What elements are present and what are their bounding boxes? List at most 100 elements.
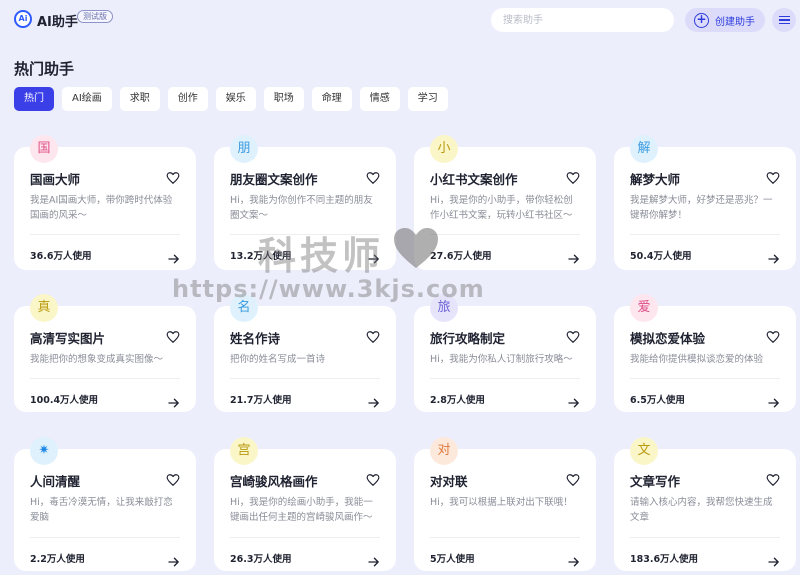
create-assistant-label: 创建助手 xyxy=(715,16,755,28)
arrow-right-icon[interactable] xyxy=(568,552,580,567)
heart-outline-icon[interactable] xyxy=(766,170,780,184)
search-input[interactable] xyxy=(491,8,674,32)
card-badge-icon: ✷ xyxy=(30,437,58,465)
assistant-card[interactable]: 爱模拟恋爱体验 我能给你提供模拟谈恋爱的体验 6.5万人使用 xyxy=(614,294,796,412)
heart-outline-icon[interactable] xyxy=(766,329,780,343)
card-divider xyxy=(230,234,380,235)
assistant-card[interactable]: 小小红书文案创作 Hi，我是你的小助手，带你轻松创作小红书文案，玩转小红书社区～ 2… xyxy=(414,135,596,270)
card-description: 我能给你提供模拟谈恋爱的体验 xyxy=(630,354,764,365)
card-divider xyxy=(430,537,580,538)
tab-job-hunting[interactable]: 求职 xyxy=(119,87,160,111)
heart-outline-icon[interactable] xyxy=(566,329,580,343)
tab-fortune[interactable]: 命理 xyxy=(311,87,352,111)
arrow-right-icon[interactable] xyxy=(168,393,180,408)
assistant-card[interactable]: ✷ 人间清醒 Hi，毒舌冷漠无情，让我来敲打恋爱脑 2.2万人使用 xyxy=(14,437,196,571)
assistant-card[interactable]: 对对对联 Hi，我可以根据上联对出下联哦！ 5万人使用 xyxy=(414,437,596,571)
card-usage-count: 13.2万人使用 xyxy=(230,251,292,262)
arrow-right-icon[interactable] xyxy=(768,552,780,567)
heart-outline-icon[interactable] xyxy=(766,472,780,486)
card-description: 我能把你的想象变成真实图像～ xyxy=(30,354,164,365)
assistant-card[interactable]: 旅旅行攻略制定 Hi，我能为你私人订制旅行攻略～ 2.8万人使用 xyxy=(414,294,596,412)
assistant-card[interactable]: 名姓名作诗 把你的姓名写成一首诗 21.7万人使用 xyxy=(214,294,396,412)
heart-outline-icon[interactable] xyxy=(366,170,380,184)
assistant-card[interactable]: 朋朋友圈文案创作 Hi，我能为你创作不同主题的朋友圈文案～ 13.2万人使用 xyxy=(214,135,396,270)
create-assistant-button[interactable]: + 创建助手 xyxy=(685,8,765,32)
card-description: 我是AI国画大师，带你跨时代体验国画的风采～ xyxy=(30,195,173,221)
tab-hot[interactable]: 热门 xyxy=(14,87,54,111)
heart-outline-icon[interactable] xyxy=(166,472,180,486)
assistant-card[interactable]: 真高清写实图片 我能把你的想象变成真实图像～ 100.4万人使用 xyxy=(14,294,196,412)
card-badge-icon: 朋 xyxy=(230,135,258,163)
tab-workplace[interactable]: 职场 xyxy=(263,87,304,111)
card-divider xyxy=(230,378,380,379)
hamburger-menu-icon xyxy=(778,15,790,18)
card-title: 对对联 xyxy=(430,474,468,489)
top-bar: Ai AI助手 测试版 + 创建助手 xyxy=(0,0,800,40)
plus-circle-icon: + xyxy=(694,12,709,28)
card-usage-count: 26.3万人使用 xyxy=(230,554,292,565)
card-title: 旅行攻略制定 xyxy=(430,331,506,346)
heart-outline-icon[interactable] xyxy=(166,329,180,343)
card-badge-icon: 真 xyxy=(30,294,58,322)
card-usage-count: 5万人使用 xyxy=(430,554,475,565)
arrow-right-icon[interactable] xyxy=(768,249,780,264)
tab-study[interactable]: 学习 xyxy=(407,87,448,111)
card-description: Hi，我是你的绘画小助手，我能一键画出任何主题的宫崎骏风画作～ xyxy=(230,497,373,523)
arrow-right-icon[interactable] xyxy=(768,393,780,408)
card-badge-icon: 名 xyxy=(230,294,258,322)
assistant-card[interactable]: 国国画大师 我是AI国画大师，带你跨时代体验国画的风采～ 36.6万人使用 xyxy=(14,135,196,270)
card-description: Hi，我是你的小助手，带你轻松创作小红书文案，玩转小红书社区～ xyxy=(430,195,573,221)
card-usage-count: 50.4万人使用 xyxy=(630,251,692,262)
arrow-right-icon[interactable] xyxy=(168,249,180,264)
card-divider xyxy=(630,234,780,235)
card-description: Hi，我可以根据上联对出下联哦！ xyxy=(430,497,573,508)
card-title: 小红书文案创作 xyxy=(430,172,518,187)
card-usage-count: 183.6万人使用 xyxy=(630,554,699,565)
card-badge-icon: 解 xyxy=(630,135,658,163)
assistant-card[interactable]: 解解梦大师我是解梦大师，好梦还是恶兆？一键帮你解梦！ 50.4万人使用 xyxy=(614,135,796,270)
arrow-right-icon[interactable] xyxy=(368,552,380,567)
card-divider xyxy=(30,537,180,538)
card-badge-icon: 文 xyxy=(630,437,658,465)
app-name: AI助手 xyxy=(37,15,78,30)
card-badge-icon: 爱 xyxy=(630,294,658,322)
arrow-right-icon[interactable] xyxy=(368,249,380,264)
heart-outline-icon[interactable] xyxy=(566,472,580,486)
card-description: 请输入核心内容，我帮您快速生成文章 xyxy=(630,497,773,523)
assistant-card[interactable]: 宫宫崎骏风格画作 Hi，我是你的绘画小助手，我能一键画出任何主题的宫崎骏风画作～ 2… xyxy=(214,437,396,571)
category-tabs: 热门 AI绘画 求职 创作 娱乐 职场 命理 情感 学习 xyxy=(14,87,448,111)
arrow-right-icon[interactable] xyxy=(368,393,380,408)
page-title: 热门助手 xyxy=(14,60,75,78)
heart-outline-icon[interactable] xyxy=(166,170,180,184)
arrow-right-icon[interactable] xyxy=(568,393,580,408)
card-title: 人间清醒 xyxy=(30,474,81,489)
card-badge-icon: 小 xyxy=(430,135,458,163)
card-title: 文章写作 xyxy=(630,474,681,489)
card-usage-count: 36.6万人使用 xyxy=(30,251,92,262)
card-usage-count: 2.2万人使用 xyxy=(30,554,85,565)
heart-outline-icon[interactable] xyxy=(366,472,380,486)
tab-creation[interactable]: 创作 xyxy=(167,87,208,111)
heart-outline-icon[interactable] xyxy=(566,170,580,184)
card-description: 我是解梦大师，好梦还是恶兆？一键帮你解梦！ xyxy=(630,195,773,221)
card-title: 国画大师 xyxy=(30,172,81,187)
tab-entertainment[interactable]: 娱乐 xyxy=(215,87,256,111)
tab-emotion[interactable]: 情感 xyxy=(359,87,400,111)
card-badge-icon: 旅 xyxy=(430,294,458,322)
menu-button[interactable] xyxy=(772,8,796,32)
arrow-right-icon[interactable] xyxy=(568,249,580,264)
card-title: 解梦大师 xyxy=(630,172,681,187)
arrow-right-icon[interactable] xyxy=(168,552,180,567)
card-badge-icon: 对 xyxy=(430,437,458,465)
card-title: 高清写实图片 xyxy=(30,331,106,346)
card-title: 模拟恋爱体验 xyxy=(630,331,706,346)
heart-outline-icon[interactable] xyxy=(366,329,380,343)
assistant-card[interactable]: 文文章写作请输入核心内容，我帮您快速生成文章 183.6万人使用 xyxy=(614,437,796,571)
card-title: 宫崎骏风格画作 xyxy=(230,474,318,489)
card-title: 朋友圈文案创作 xyxy=(230,172,318,187)
card-badge-icon: 宫 xyxy=(230,437,258,465)
card-divider xyxy=(430,234,580,235)
card-usage-count: 2.8万人使用 xyxy=(430,395,485,406)
card-description: Hi，我能为你创作不同主题的朋友圈文案～ xyxy=(230,195,373,221)
tab-ai-painting[interactable]: AI绘画 xyxy=(62,87,112,111)
